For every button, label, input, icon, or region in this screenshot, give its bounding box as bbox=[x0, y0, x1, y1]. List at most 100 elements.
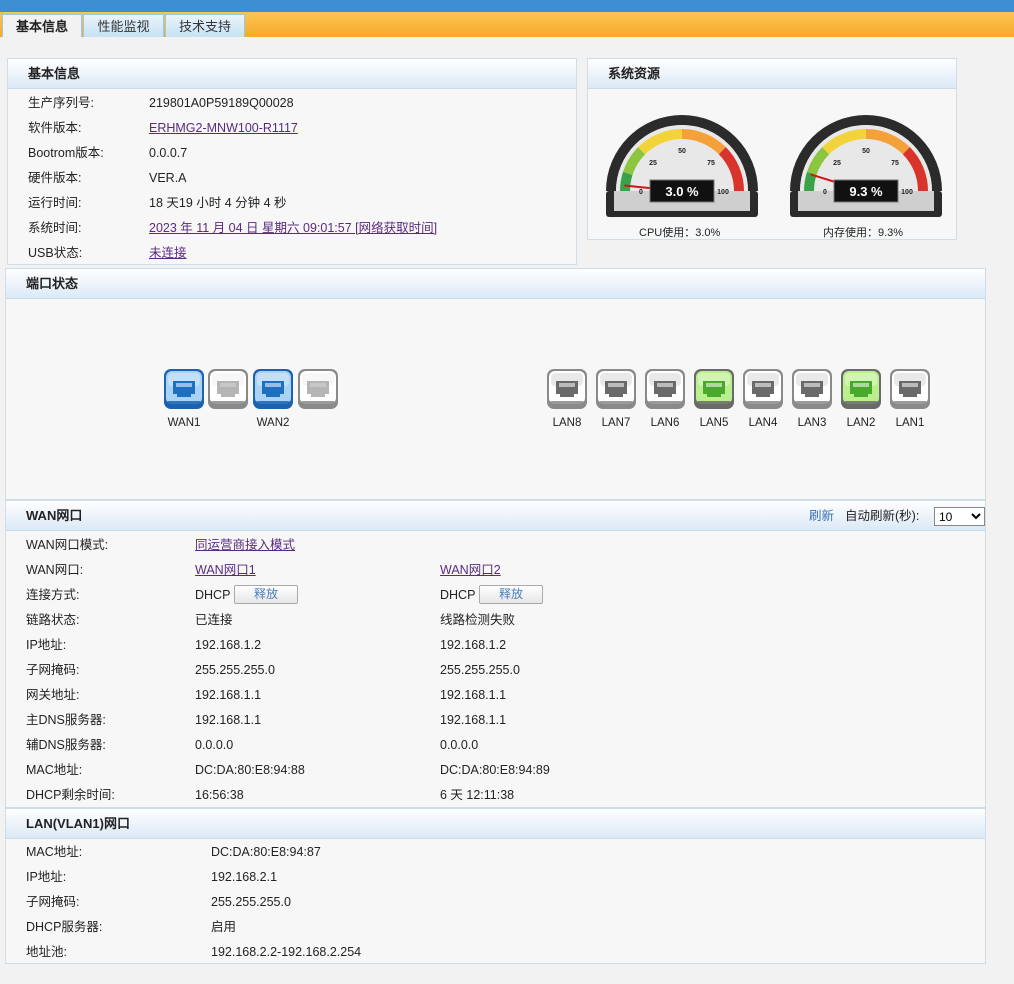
ethernet-port-icon bbox=[207, 368, 249, 413]
lan-port-lan8[interactable]: LAN8 bbox=[546, 368, 588, 429]
lan-field-value: 192.168.2.2-192.168.2.254 bbox=[211, 945, 362, 959]
port-status-title: 端口状态 bbox=[6, 269, 985, 299]
wan1-release-button[interactable]: 释放 bbox=[234, 585, 298, 604]
lan-port-lan2[interactable]: LAN2 bbox=[840, 368, 882, 429]
port-label: LAN2 bbox=[846, 417, 876, 429]
memory-usage-caption: 内存使用：9.3% bbox=[823, 227, 904, 239]
lan-field-value: 启用 bbox=[211, 920, 237, 934]
info-label: 软件版本: bbox=[28, 121, 82, 135]
cpu-gauge: 0 25 50 75 100 3.0 % bbox=[606, 115, 758, 217]
wan1-field-value: 16:56:38 bbox=[195, 788, 244, 802]
wan2-field-value: 255.255.255.0 bbox=[440, 663, 520, 677]
wan-ports-title: WAN网口 bbox=[6, 501, 985, 531]
lan-field-value: 192.168.2.1 bbox=[211, 870, 278, 884]
info-label: 运行时间: bbox=[28, 196, 82, 210]
lan-port-lan7[interactable]: LAN7 bbox=[595, 368, 637, 429]
wan-port-aux[interactable] bbox=[297, 368, 339, 413]
ethernet-port-icon bbox=[163, 368, 205, 413]
gauge-scale-label: 100 bbox=[717, 189, 729, 196]
tab-bar: 基本信息 性能监视 技术支持 bbox=[0, 12, 1014, 38]
tab-performance-monitor[interactable]: 性能监视 bbox=[83, 14, 164, 37]
ethernet-port-icon bbox=[644, 368, 686, 413]
auto-refresh-label: 自动刷新(秒): bbox=[845, 509, 920, 523]
wan1-field-value: 0.0.0.0 bbox=[195, 738, 234, 752]
tab-basic-info[interactable]: 基本信息 bbox=[2, 14, 82, 38]
info-label: Bootrom版本: bbox=[28, 146, 104, 160]
lan-port-lan4[interactable]: LAN4 bbox=[742, 368, 784, 429]
port-label: LAN1 bbox=[895, 417, 925, 429]
gauge-scale-label: 75 bbox=[707, 160, 715, 167]
lan-field-label: MAC地址: bbox=[26, 845, 83, 859]
info-value-link[interactable]: 2023 年 11 月 04 日 星期六 09:01:57 [网络获取时间] bbox=[149, 218, 437, 238]
ethernet-port-icon bbox=[546, 368, 588, 413]
gauge-readout-value: 3.0 % bbox=[665, 184, 699, 199]
wan-port1-link[interactable]: WAN网口1 bbox=[195, 560, 256, 580]
system-resources-panel: 系统资源 0 25 50 75 100 3.0 % 0 25 50 75 100 9.3 % CPU… bbox=[587, 58, 957, 240]
info-value-link[interactable]: 未连接 bbox=[149, 243, 187, 263]
lan-port-lan6[interactable]: LAN6 bbox=[644, 368, 686, 429]
gauge-scale-label: 25 bbox=[833, 160, 841, 167]
wan2-field-value: 192.168.1.1 bbox=[440, 688, 507, 702]
auto-refresh-select[interactable]: 10 bbox=[934, 507, 985, 526]
ethernet-port-icon bbox=[252, 368, 294, 413]
info-label: 硬件版本: bbox=[28, 171, 82, 185]
info-value: VER.A bbox=[149, 171, 187, 185]
wan2-field-value: 6 天 12:11:38 bbox=[440, 788, 515, 802]
ethernet-port-icon bbox=[840, 368, 882, 413]
ethernet-port-icon bbox=[693, 368, 735, 413]
wan2-field-value: 192.168.1.2 bbox=[440, 638, 507, 652]
wan1-field-value: 192.168.1.1 bbox=[195, 688, 262, 702]
refresh-link[interactable]: 刷新 bbox=[809, 506, 834, 526]
ethernet-port-icon bbox=[791, 368, 833, 413]
wan-mode-label: WAN网口模式: bbox=[26, 538, 109, 552]
top-accent-bar bbox=[0, 0, 1014, 12]
lan-field-label: DHCP服务器: bbox=[26, 920, 103, 934]
port-label: WAN1 bbox=[167, 417, 201, 429]
wan1-field-value: 192.168.1.2 bbox=[195, 638, 262, 652]
wan-port-wan2[interactable]: WAN2 bbox=[252, 368, 294, 429]
wan-field-label: DHCP剩余时间: bbox=[26, 788, 115, 802]
wan-port2-link[interactable]: WAN网口2 bbox=[440, 560, 501, 580]
gauge-scale-label: 50 bbox=[862, 148, 870, 155]
wan-field-label: 主DNS服务器: bbox=[26, 713, 106, 727]
port-label: WAN2 bbox=[256, 417, 290, 429]
lan-port-lan3[interactable]: LAN3 bbox=[791, 368, 833, 429]
wan-mode-link[interactable]: 同运营商接入模式 bbox=[195, 535, 295, 555]
wan-field-label: 链路状态: bbox=[26, 613, 80, 627]
wan-port-aux[interactable] bbox=[207, 368, 249, 413]
info-value-link[interactable]: ERHMG2-MNW100-R1117 bbox=[149, 118, 298, 138]
cpu-usage-caption: CPU使用：3.0% bbox=[639, 227, 721, 239]
lan-port-lan5[interactable]: LAN5 bbox=[693, 368, 735, 429]
wan2-field-value: DC:DA:80:E8:94:89 bbox=[440, 763, 550, 777]
gauge-readout-value: 9.3 % bbox=[849, 184, 883, 199]
gauge-scale-label: 100 bbox=[901, 189, 913, 196]
lan-field-value: DC:DA:80:E8:94:87 bbox=[211, 845, 321, 859]
basic-info-panel: 基本信息 生产序列号: 219801A0P59189Q00028 软件版本: ERHM… bbox=[7, 58, 577, 265]
wan2-release-button[interactable]: 释放 bbox=[479, 585, 543, 604]
info-label: 系统时间: bbox=[28, 221, 82, 235]
ethernet-port-icon bbox=[595, 368, 637, 413]
wan2-field-value: 线路检测失败 bbox=[440, 613, 516, 627]
wan-port-wan1[interactable]: WAN1 bbox=[163, 368, 205, 429]
info-value: 18 天19 小时 4 分钟 4 秒 bbox=[149, 196, 287, 210]
memory-gauge: 0 25 50 75 100 9.3 % bbox=[790, 115, 942, 217]
tab-tech-support[interactable]: 技术支持 bbox=[165, 14, 245, 37]
lan-field-label: IP地址: bbox=[26, 870, 67, 884]
lan-port-lan1[interactable]: LAN1 bbox=[889, 368, 931, 429]
wan1-field-value: DC:DA:80:E8:94:88 bbox=[195, 763, 305, 777]
system-resources-title: 系统资源 bbox=[588, 59, 956, 89]
lan-field-label: 子网掩码: bbox=[26, 895, 80, 909]
lan-field-value: 255.255.255.0 bbox=[211, 895, 291, 909]
gauge-scale-label: 0 bbox=[823, 189, 827, 196]
ethernet-port-icon bbox=[297, 368, 339, 413]
port-status-panel: 端口状态 WAN1 WAN2 LAN8 LAN7 LAN6 LAN5 LAN4 … bbox=[5, 268, 986, 500]
wan-field-label: 网关地址: bbox=[26, 688, 80, 702]
info-label: USB状态: bbox=[28, 246, 83, 260]
wan1-field-value: 已连接 bbox=[195, 613, 233, 627]
gauge-scale-label: 50 bbox=[678, 148, 686, 155]
gauge-scale-label: 75 bbox=[891, 160, 899, 167]
basic-info-title: 基本信息 bbox=[8, 59, 576, 89]
gauge-scale-label: 0 bbox=[639, 189, 643, 196]
lan-port-title: LAN(VLAN1)网口 bbox=[6, 809, 985, 839]
port-label: LAN6 bbox=[650, 417, 680, 429]
